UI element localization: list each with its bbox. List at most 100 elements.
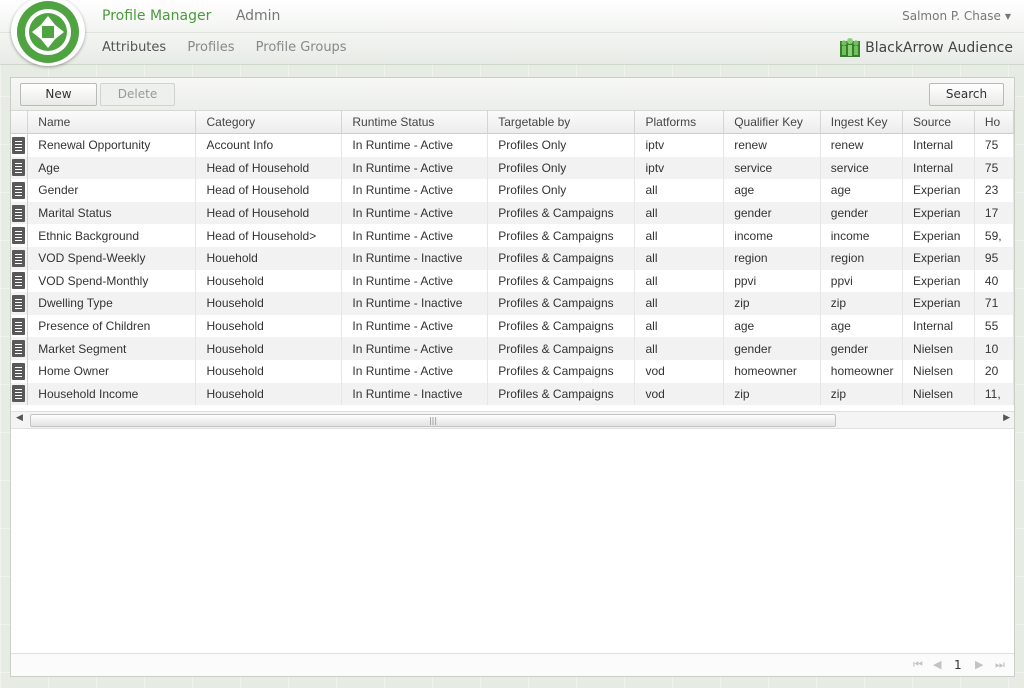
cell-category: Head of Household> — [195, 224, 343, 247]
cell-ho: 40 — [974, 269, 1014, 293]
column-header-runtime-status[interactable]: Runtime Status — [341, 111, 489, 134]
tab-attributes[interactable]: Attributes — [102, 40, 166, 55]
cell-platforms: all — [634, 224, 725, 247]
new-button[interactable]: New — [20, 83, 97, 106]
cell-name: Ethnic Background — [27, 224, 197, 247]
list-icon[interactable] — [12, 227, 25, 245]
last-page-icon[interactable]: ⏭ — [995, 658, 1005, 672]
list-icon[interactable] — [12, 294, 25, 312]
next-page-icon[interactable]: ▶ — [975, 658, 983, 671]
prev-page-icon[interactable]: ◀ — [933, 658, 941, 671]
column-header-targetable-by[interactable]: Targetable by — [487, 111, 636, 134]
cell-qualifier-key: income — [723, 224, 821, 247]
cell-platforms: all — [634, 201, 725, 225]
horizontal-scrollbar[interactable]: ◀ ||| ▶ — [11, 411, 1014, 429]
column-header-source[interactable]: Source — [902, 111, 975, 134]
row-handle[interactable] — [11, 246, 29, 270]
app-logo[interactable] — [11, 0, 85, 66]
cell-category: Houehold — [195, 246, 343, 270]
column-header-qualifier-key[interactable]: Qualifier Key — [723, 111, 821, 134]
row-handle[interactable] — [11, 179, 29, 202]
list-icon[interactable] — [12, 317, 25, 335]
compass-arrows-icon — [17, 1, 79, 63]
column-header-ho[interactable]: Ho — [974, 111, 1014, 134]
cell-runtime-status: In Runtime - Active — [341, 337, 489, 360]
table-row[interactable]: Household Income Household In Runtime - In… — [11, 382, 1014, 406]
nav-profile-manager[interactable]: Profile Manager — [102, 8, 211, 24]
table-row[interactable]: Market Segment Household In Runtime - Acti… — [11, 337, 1014, 360]
table-row[interactable]: Ethnic Background Head of Household> In Ru… — [11, 224, 1014, 247]
cell-runtime-status: In Runtime - Active — [341, 156, 489, 180]
cell-source: Experian — [902, 246, 975, 270]
cell-category: Household — [195, 337, 343, 360]
row-handle[interactable] — [11, 292, 29, 315]
row-handle[interactable] — [11, 337, 29, 360]
row-handle[interactable] — [11, 382, 29, 406]
row-handle[interactable] — [11, 156, 29, 180]
table-row[interactable]: Gender Head of Household In Runtime - Acti… — [11, 179, 1014, 202]
row-handle[interactable] — [11, 224, 29, 247]
search-button[interactable]: Search — [929, 83, 1004, 106]
nav-admin[interactable]: Admin — [236, 8, 281, 24]
column-header-platforms[interactable]: Platforms — [634, 111, 725, 134]
cell-ingest-key: renew — [820, 133, 904, 157]
user-menu[interactable]: Salmon P. Chase ▼ — [902, 9, 1011, 23]
list-icon[interactable] — [12, 159, 25, 177]
scroll-right-icon[interactable]: ▶ — [1003, 413, 1010, 423]
attributes-panel: New Delete Search Name Category Runtime … — [10, 77, 1015, 677]
cell-ho: 75 — [974, 133, 1014, 157]
column-header-category[interactable]: Category — [195, 111, 343, 134]
list-icon[interactable] — [12, 204, 25, 222]
audience-people-icon — [840, 38, 861, 57]
cell-name: Dwelling Type — [27, 292, 197, 315]
cell-runtime-status: In Runtime - Inactive — [341, 246, 489, 270]
tab-profiles[interactable]: Profiles — [187, 40, 234, 55]
row-handle[interactable] — [11, 269, 29, 293]
cell-runtime-status: In Runtime - Active — [341, 224, 489, 247]
cell-targetable-by: Profiles & Campaigns — [487, 292, 636, 315]
list-icon[interactable] — [12, 340, 25, 358]
cell-targetable-by: Profiles & Campaigns — [487, 269, 636, 293]
row-handle[interactable] — [11, 314, 29, 338]
cell-name: Gender — [27, 179, 197, 202]
attributes-grid: Name Category Runtime Status Targetable … — [11, 111, 1014, 411]
cell-ingest-key: service — [820, 156, 904, 180]
table-row[interactable]: VOD Spend-Monthly Household In Runtime - A… — [11, 269, 1014, 293]
cell-qualifier-key: region — [723, 246, 821, 270]
list-icon[interactable] — [12, 362, 25, 380]
tab-profile-groups[interactable]: Profile Groups — [256, 40, 347, 55]
table-row[interactable]: Marital Status Head of Household In Runtim… — [11, 201, 1014, 225]
user-name: Salmon P. Chase — [902, 9, 1001, 23]
list-icon[interactable] — [12, 136, 25, 154]
list-icon[interactable] — [12, 272, 25, 290]
table-row[interactable]: Renewal Opportunity Account Info In Runtim… — [11, 133, 1014, 157]
scroll-left-icon[interactable]: ◀ — [16, 413, 23, 423]
column-header-name[interactable]: Name — [27, 111, 197, 134]
cell-targetable-by: Profiles & Campaigns — [487, 337, 636, 360]
table-row[interactable]: Age Head of Household In Runtime - Active P… — [11, 156, 1014, 180]
row-handle[interactable] — [11, 201, 29, 225]
cell-qualifier-key: homeowner — [723, 359, 821, 383]
column-header-handle — [11, 111, 29, 134]
cell-source: Nielsen — [902, 337, 975, 360]
list-icon[interactable] — [12, 249, 25, 267]
table-row[interactable]: Dwelling Type Household In Runtime - Inact… — [11, 292, 1014, 315]
cell-targetable-by: Profiles & Campaigns — [487, 246, 636, 270]
first-page-icon[interactable]: ⏮ — [913, 658, 923, 672]
list-icon[interactable] — [12, 181, 25, 199]
cell-ho: 59, — [974, 224, 1014, 247]
cell-name: Renewal Opportunity — [27, 133, 197, 157]
list-icon[interactable] — [12, 385, 25, 403]
cell-source: Experian — [902, 201, 975, 225]
cell-ingest-key: age — [820, 179, 904, 202]
scrollbar-thumb[interactable]: ||| — [30, 414, 836, 427]
table-row[interactable]: Home Owner Household In Runtime - Active Pr… — [11, 359, 1014, 383]
row-handle[interactable] — [11, 359, 29, 383]
column-header-ingest-key[interactable]: Ingest Key — [820, 111, 904, 134]
delete-button[interactable]: Delete — [100, 83, 175, 106]
table-row[interactable]: VOD Spend-Weekly Houehold In Runtime - Ina… — [11, 246, 1014, 270]
cell-ingest-key: homeowner — [820, 359, 904, 383]
cell-category: Household — [195, 359, 343, 383]
row-handle[interactable] — [11, 133, 29, 157]
table-row[interactable]: Presence of Children Household In Runtime … — [11, 314, 1014, 338]
